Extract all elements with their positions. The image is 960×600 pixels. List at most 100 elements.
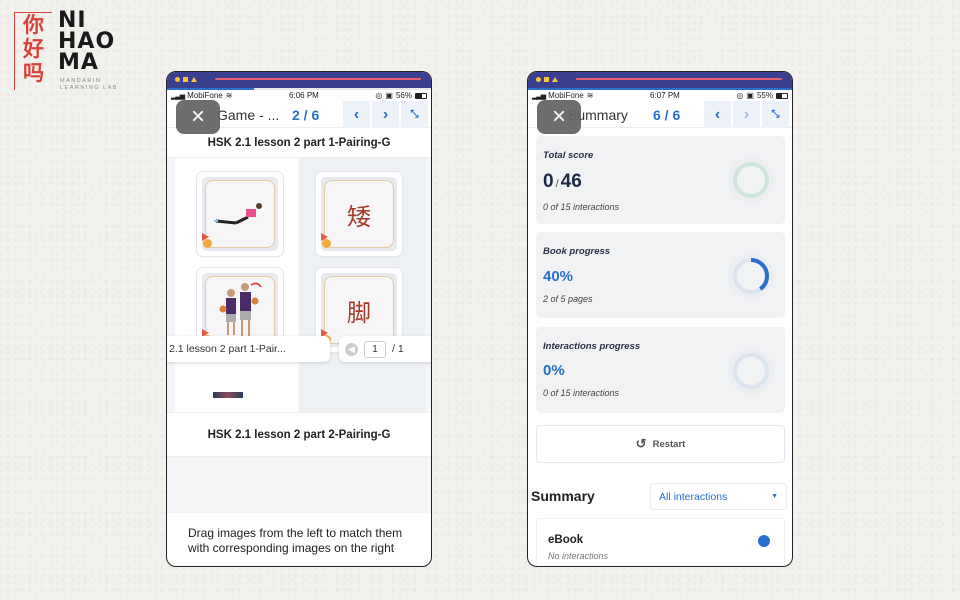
target-card[interactable]: 矮 [316,172,402,256]
item-title: eBook [548,534,584,546]
restart-button[interactable]: ↺ Restart [536,425,785,463]
prev-page-icon[interactable]: ◀ [345,342,358,356]
lock-rotation-icon: ◎ [375,91,383,100]
triangle-icon [552,77,558,82]
item-subtitle: No interactions [548,551,609,561]
chevron-right-icon: › [382,105,389,123]
partial-image [213,392,243,398]
wifi-icon: ≋ [225,91,233,100]
page-indicator: 2 / 6 [292,107,320,123]
status-dot-icon [758,535,770,547]
interactions-filter-select[interactable]: All interactions ▼ [650,483,787,510]
browser-topbar [167,72,431,88]
battery-percent: 56% [395,91,412,100]
phone-left: ▂▃▅ MobiFone ≋ 6:06 PM ◎ ▣ 56% Game - ... 2 … [166,71,432,567]
card-label: Interactions progress [543,341,641,352]
target-column: 矮 脚 [300,158,425,412]
page-indicator: 6 / 6 [653,107,681,123]
logo-english: NI HAO MA [58,8,116,75]
browser-topbar [528,72,792,88]
basketball-players-image [219,282,262,337]
logo-char: 你 [23,13,44,37]
progress-fill [167,88,255,90]
wifi-icon: ≋ [586,91,594,100]
logo-char: 吗 [23,61,44,85]
book-progress-card: Book progress 40% 2 of 5 pages [536,232,785,318]
progress-fill [528,88,792,90]
alarm-icon: ▣ [746,91,754,100]
square-icon [183,77,188,82]
page-number-input[interactable]: 1 [364,340,386,358]
nihaoma-logo: 你 好 吗 NI HAO MA MANDARIN LEARNING LAB [14,8,134,91]
exit-fullscreen-button[interactable]: ⤡ [762,101,789,128]
logo-subtitle: MANDARIN LEARNING LAB [60,78,119,91]
section-title: HSK 2.1 lesson 2 part 2-Pairing-G [167,412,431,457]
close-button[interactable]: × [176,100,220,134]
next-page-button[interactable]: › [733,101,760,128]
progress-value: 40% [543,268,574,285]
dot-icon [175,77,180,82]
instructions-text: Drag images from the left to match them … [176,515,422,566]
card-label: Book progress [543,246,611,257]
status-time: 6:06 PM [289,91,319,100]
card-label: Total score [543,150,594,161]
chevron-left-icon: ‹ [353,105,360,123]
prev-page-button[interactable]: ‹ [704,101,731,128]
progress-value: 0% [543,362,565,379]
book-progress-ring [728,253,774,299]
total-pages: / 1 [392,343,404,355]
battery-icon [775,92,788,99]
battery-percent: 55% [756,91,773,100]
signal-icon: ▂▃▅ [171,92,185,100]
carrier: MobiFone [548,91,584,100]
reading-progress-bar [167,88,431,90]
dot-icon [536,77,541,82]
triangle-icon [191,77,197,82]
score-value: 0/46 [543,171,582,192]
hanzi-text: 矮 [347,202,371,231]
summary-heading: Summary [531,488,595,504]
logo-line: HAO [58,29,116,54]
score-ring [728,157,774,203]
battery-icon [414,92,427,99]
reading-progress-bar [528,88,792,90]
status-time: 6:07 PM [650,91,680,100]
logo-line: MA [58,50,99,75]
phone-right: ▂▃▅ MobiFone ≋ 6:07 PM ◎ ▣ 55% Summary 6 / 6… [527,71,793,567]
logo-chinese: 你 好 吗 [14,12,52,90]
score: 0 [543,171,554,192]
logo-char: 好 [23,37,44,61]
chevron-left-icon: ‹ [714,105,721,123]
chevron-right-icon: › [743,105,750,123]
page-controls: ◀ 1 / 1 [339,336,431,362]
logo-line: NI [58,8,87,33]
square-icon [544,77,549,82]
ring-track [733,353,769,389]
alarm-icon: ▣ [385,91,393,100]
prev-page-button[interactable]: ‹ [343,101,370,128]
close-icon: × [190,103,205,130]
summary-list-item[interactable]: eBook No interactions [536,518,785,566]
decorative-line [215,78,421,80]
draggable-card[interactable] [197,172,283,256]
document-title: 2.1 lesson 2 part 1-Pair... [167,336,330,362]
close-icon: × [551,103,566,130]
game-area-2 [167,457,431,513]
document-pager: 2.1 lesson 2 part 1-Pair... ◀ 1 / 1 [167,336,431,362]
max-score: 46 [560,171,582,192]
exit-fullscreen-icon: ⤡ [410,109,419,120]
pairing-game: 矮 脚 2.1 lesson 2 part 1-Pair... ◀ 1 / 1 [167,158,431,412]
close-button[interactable]: × [537,100,581,134]
next-page-button[interactable]: › [372,101,399,128]
signal-icon: ▂▃▅ [532,92,546,100]
hanzi-text: 脚 [347,298,371,327]
total-score-card: Total score 0/46 0 of 15 interactions [536,136,785,224]
exit-fullscreen-icon: ⤡ [771,109,780,120]
situps-image [214,203,262,225]
carrier: MobiFone [187,91,223,100]
interactions-progress-card: Interactions progress 0% 0 of 15 interac… [536,327,785,413]
restart-icon: ↺ [635,436,647,451]
card-subtitle: 0 of 15 interactions [543,202,620,212]
page-title: Game - ... [217,107,280,123]
exit-fullscreen-button[interactable]: ⤡ [401,101,428,128]
